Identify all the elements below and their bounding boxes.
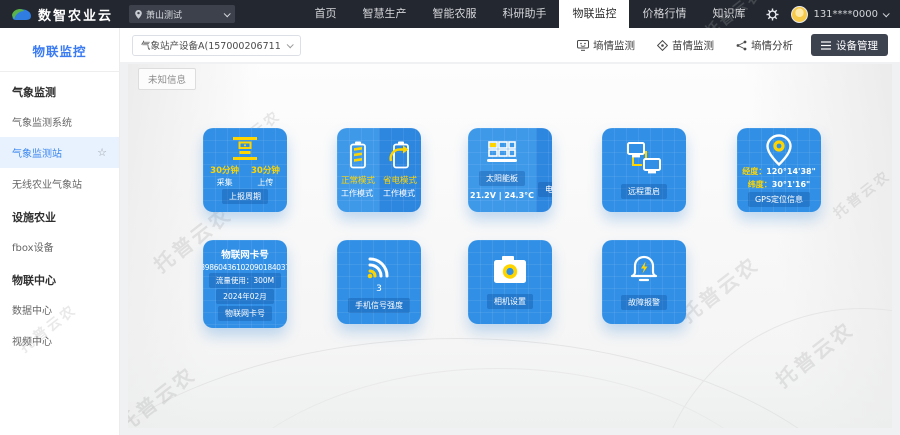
sidebar-section-iot-center: 物联中心	[0, 262, 119, 294]
nav-item-research-assistant[interactable]: 科研助手	[489, 0, 559, 28]
settings-gear-icon[interactable]	[766, 8, 779, 21]
battery-normal-icon	[348, 141, 368, 169]
alarm-bell-icon	[628, 254, 660, 286]
device-select-value: 气象站产设备A(157000206711	[141, 38, 281, 52]
nav-item-iot-monitoring[interactable]: 物联监控	[559, 0, 629, 28]
card-gps[interactable]: 经度：120°14'38" 纬度：30°1'16" GPS定位信息	[737, 128, 821, 212]
card-remote-restart[interactable]: 远程重启	[602, 128, 686, 212]
chevron-down-icon	[224, 10, 231, 17]
normal-mode-half[interactable]: 正常模式 工作模式	[337, 128, 379, 212]
sidebar-item-weather-station[interactable]: 气象监测站 ☆	[0, 137, 119, 168]
toolbar: 气象站产设备A(157000206711 墒情监测 苗情监测	[120, 28, 900, 62]
user-phone: 131****0000	[813, 9, 878, 20]
nav-item-price-market[interactable]: 价格行情	[629, 0, 699, 28]
billing-month: 2024年02月	[216, 289, 274, 304]
main-area: 气象站产设备A(157000206711 墒情监测 苗情监测	[120, 28, 900, 435]
sidebar-item-video-center[interactable]: 视频中心	[0, 325, 119, 356]
card-report-cycle[interactable]: 30分钟 采集 30分钟 上传 上报周期	[203, 128, 287, 212]
sidebar-item-wireless-weather-station[interactable]: 无线农业气象站	[0, 168, 119, 199]
cloud-leaf-logo-icon	[10, 6, 32, 23]
app-window: 数智农业云 萧山测试 托普云农 首页 智慧生产 智能农服 科研助手 物联监控 价…	[0, 0, 900, 435]
chevron-down-icon	[286, 41, 293, 48]
sidebar-section-facility-agriculture: 设施农业	[0, 199, 119, 231]
nav-item-smart-production[interactable]: 智慧生产	[349, 0, 419, 28]
card-camera[interactable]: 相机设置	[468, 240, 552, 324]
signal-strength-icon	[363, 251, 395, 279]
location-pin-icon	[135, 10, 142, 19]
location-select-value: 萧山测试	[146, 8, 182, 21]
chevron-down-icon	[883, 10, 890, 17]
watermark: 托普云农	[674, 249, 764, 328]
soil-moisture-monitor-button[interactable]: 墒情监测	[577, 38, 635, 53]
card-label: 远程重启	[621, 184, 667, 199]
remote-computers-icon	[624, 141, 664, 177]
solar-panel-half[interactable]: 太阳能板 21.2V | 24.3°C	[468, 128, 536, 212]
card-label: 故障报警	[621, 295, 667, 310]
device-manage-button[interactable]: 设备管理	[811, 34, 888, 56]
sidebar-section-weather: 气象监测	[0, 74, 119, 106]
card-label: 相机设置	[487, 294, 533, 309]
card-work-mode[interactable]: 正常模式 工作模式 省电模式 工	[337, 128, 421, 212]
user-menu[interactable]: 131****0000	[813, 9, 900, 20]
nav-item-smart-service[interactable]: 智能农服	[419, 0, 489, 28]
battery-refresh-icon	[387, 141, 413, 169]
card-iot-sim[interactable]: 物联网卡号 89860436102090184037 流量使用：300M 202…	[203, 240, 287, 328]
nav-item-home[interactable]: 首页	[301, 0, 349, 28]
data-usage: 流量使用：300M	[209, 273, 281, 288]
sidebar-item-fbox-device[interactable]: fbox设备	[0, 231, 119, 262]
solar-panel-icon	[486, 140, 518, 166]
background-arc	[652, 308, 892, 428]
seedling-monitor-button[interactable]: 苗情监测	[657, 38, 714, 53]
top-navbar: 数智农业云 萧山测试 托普云农 首页 智慧生产 智能农服 科研助手 物联监控 价…	[0, 0, 900, 28]
card-power[interactable]: 太阳能板 21.2V | 24.3°C 电池电压	[468, 128, 552, 212]
card-label: 太阳能板	[479, 171, 525, 186]
location-pin-icon	[765, 134, 793, 166]
battery-charge-icon	[551, 143, 552, 173]
info-tag[interactable]: 未知信息	[138, 68, 196, 90]
card-label: 手机信号强度	[348, 298, 410, 313]
divider	[0, 71, 119, 72]
brand: 数智农业云	[0, 5, 113, 24]
brand-name: 数智农业云	[38, 5, 113, 24]
card-signal[interactable]: 3 手机信号强度	[337, 240, 421, 324]
soil-monitor-icon	[577, 40, 589, 51]
list-icon	[821, 41, 831, 50]
card-alarm[interactable]: 故障报警	[602, 240, 686, 324]
watermark: 托普云农	[829, 165, 892, 223]
location-select[interactable]: 萧山测试	[129, 5, 235, 23]
sidebar-title: 物联监控	[0, 28, 119, 71]
camera-icon	[492, 255, 528, 285]
share-analysis-icon	[736, 40, 747, 51]
nav-item-knowledge-base[interactable]: 知识库	[699, 0, 758, 28]
report-cycle-icon	[230, 136, 260, 162]
card-label: 上报周期	[222, 189, 268, 204]
sidebar: 物联监控 气象监测 气象监测系统 气象监测站 ☆ 无线农业气象站 设施农业 fb…	[0, 28, 120, 435]
battery-voltage-half[interactable]: 电池电压	[536, 128, 552, 212]
sidebar-item-data-center[interactable]: 数据中心	[0, 294, 119, 325]
card-label: GPS定位信息	[748, 192, 810, 207]
sidebar-item-weather-system[interactable]: 气象监测系统	[0, 106, 119, 137]
card-label: 物联网卡号	[218, 306, 272, 321]
device-panel: 托普云农 托普云农 托普云农 托普云农 托普云农 托普云农 未知信息	[128, 64, 892, 428]
star-icon[interactable]: ☆	[97, 146, 107, 159]
signal-value: 3	[376, 284, 382, 294]
device-select[interactable]: 气象站产设备A(157000206711	[132, 35, 301, 56]
moisture-analysis-button[interactable]: 墒情分析	[736, 38, 793, 53]
card-label: 电池电压	[538, 182, 552, 197]
user-avatar[interactable]	[791, 6, 808, 23]
saver-mode-half[interactable]: 省电模式 工作模式	[379, 128, 421, 212]
seedling-monitor-icon	[657, 40, 668, 51]
